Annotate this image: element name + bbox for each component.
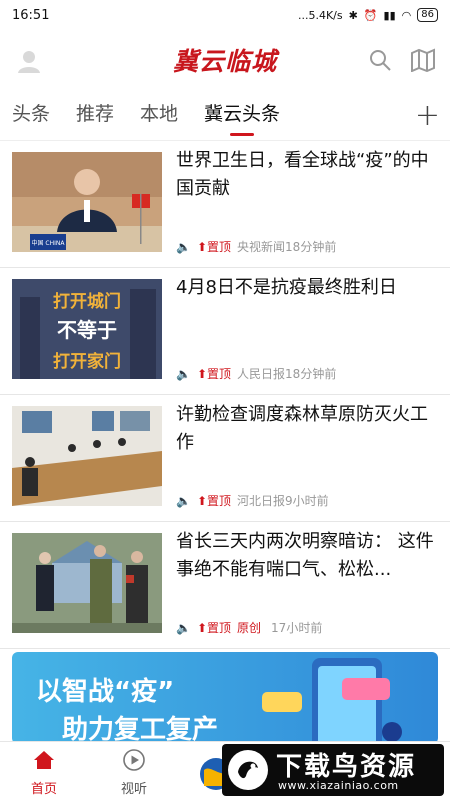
tab-local[interactable]: 本地	[140, 99, 178, 132]
news-time: 9小时前	[285, 494, 329, 508]
user-avatar-icon[interactable]	[16, 48, 42, 74]
watermark-url: www.xiazainiao.com	[278, 779, 399, 792]
news-title[interactable]: 4月8日不是抗疫最终胜利日	[176, 274, 438, 302]
battery-icon: 86	[417, 8, 438, 22]
news-item[interactable]: 中国 CHINA 世界卫生日，看全球战“疫”的中国贡献 🔈 ⬆置顶 央视新闻 1…	[0, 141, 450, 268]
bird-logo-icon	[228, 750, 268, 790]
news-time: 18分钟前	[285, 367, 337, 381]
news-meta: 🔈 ⬆置顶 河北日报 9小时前	[176, 492, 438, 509]
nav-home[interactable]: 首页	[14, 748, 74, 797]
tab-recommend[interactable]: 推荐	[76, 99, 114, 132]
add-channel-button[interactable]: +	[415, 98, 440, 133]
news-item[interactable]: 省长三天内两次明察暗访： 这件事绝不能有喘口气、松松... 🔈 ⬆置顶 原创 1…	[0, 522, 450, 649]
status-time: 16:51	[12, 7, 50, 23]
thumbnail-line: 打开家门	[53, 351, 121, 372]
news-title[interactable]: 世界卫生日，看全球战“疫”的中国贡献	[176, 147, 438, 203]
news-title[interactable]: 许勤检查调度森林草原防灭火工作	[176, 401, 438, 457]
thumbnail-line: 打开城门	[53, 291, 121, 312]
news-source: 人民日报	[237, 367, 286, 381]
news-meta: 🔈 ⬆置顶 央视新闻 18分钟前	[176, 238, 438, 255]
speaker-icon[interactable]: 🔈	[176, 494, 191, 508]
news-source: 原创	[237, 621, 262, 635]
news-title[interactable]: 省长三天内两次明察暗访： 这件事绝不能有喘口气、松松...	[176, 528, 438, 584]
wifi-icon: ◠	[401, 8, 412, 22]
news-thumbnail	[12, 406, 162, 506]
news-meta: 🔈 ⬆置顶 原创 17小时前	[176, 619, 438, 636]
app-logo: 冀云临城	[172, 47, 277, 76]
status-bar: 16:51 ...5.4K/s ✱ ⏰ ▮▮ ◠ 86	[0, 0, 450, 30]
bluetooth-icon: ✱	[348, 8, 358, 22]
pin-badge: ⬆置顶	[196, 367, 232, 381]
alarm-icon: ⏰	[363, 8, 378, 22]
news-thumbnail: 打开城门 不等于 打开家门	[12, 279, 162, 379]
news-thumbnail	[12, 533, 162, 633]
watermark-badge: 下载鸟资源 www.xiazainiao.com	[222, 744, 444, 796]
news-time: 17小时前	[271, 621, 323, 635]
app-header: 冀云临城	[0, 30, 450, 90]
home-icon	[34, 751, 54, 769]
news-source: 河北日报	[237, 494, 286, 508]
speaker-icon[interactable]: 🔈	[176, 367, 191, 381]
tab-jiyun-headline[interactable]: 冀云头条	[204, 99, 280, 132]
pin-badge: ⬆置顶	[196, 494, 232, 508]
map-icon[interactable]	[410, 48, 436, 72]
news-source: 央视新闻	[237, 240, 286, 254]
thumbnail-caption: 中国 CHINA	[32, 239, 66, 247]
pin-badge: ⬆置顶	[196, 621, 232, 635]
watermark-title: 下载鸟资源	[276, 752, 417, 782]
play-icon	[123, 749, 145, 771]
search-icon[interactable]	[368, 48, 392, 72]
banner-line: 以智战“疫”	[36, 676, 174, 707]
status-icons: ...5.4K/s ✱ ⏰ ▮▮ ◠ 86	[298, 8, 438, 22]
network-speed: ...5.4K/s	[297, 8, 343, 22]
banner-line: 助力复工复产	[62, 715, 218, 744]
news-thumbnail: 中国 CHINA	[12, 152, 162, 252]
nav-video-label: 视听	[120, 782, 147, 797]
news-item[interactable]: 许勤检查调度森林草原防灭火工作 🔈 ⬆置顶 河北日报 9小时前	[0, 395, 450, 522]
news-list: 中国 CHINA 世界卫生日，看全球战“疫”的中国贡献 🔈 ⬆置顶 央视新闻 1…	[0, 140, 450, 649]
signal-icon: ▮▮	[383, 8, 396, 22]
news-time: 18分钟前	[285, 240, 337, 254]
thumbnail-line: 不等于	[57, 318, 117, 342]
news-meta: 🔈 ⬆置顶 人民日报 18分钟前	[176, 365, 438, 382]
tab-headline[interactable]: 头条	[12, 99, 50, 132]
pin-badge: ⬆置顶	[196, 240, 232, 254]
nav-home-label: 首页	[30, 782, 57, 797]
channel-tabs: 头条 推荐 本地 冀云头条 +	[0, 90, 450, 140]
speaker-icon[interactable]: 🔈	[176, 621, 191, 635]
promo-banner[interactable]: 以智战“疫” 助力复工复产	[12, 652, 438, 744]
speaker-icon[interactable]: 🔈	[176, 240, 191, 254]
news-item[interactable]: 打开城门 不等于 打开家门 4月8日不是抗疫最终胜利日 🔈 ⬆置顶 人民日报 1…	[0, 268, 450, 395]
nav-video[interactable]: 视听	[104, 748, 164, 797]
